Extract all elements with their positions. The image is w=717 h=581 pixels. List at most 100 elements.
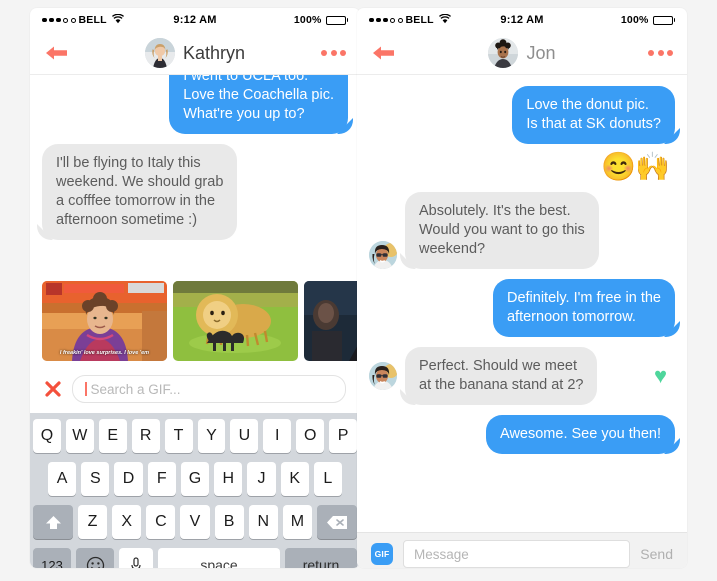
- key-y[interactable]: Y: [197, 419, 226, 453]
- text-cursor: [85, 382, 87, 396]
- gif-search-bar: Search a GIF...: [30, 367, 360, 413]
- key-u[interactable]: U: [230, 419, 259, 453]
- gif-thumb-aziz[interactable]: [304, 281, 360, 361]
- message-placeholder: Message: [414, 546, 469, 562]
- key-r[interactable]: R: [131, 419, 160, 453]
- key-m[interactable]: M: [282, 505, 312, 539]
- shift-arrow-icon[interactable]: [33, 505, 73, 539]
- nav-title-group-right: Jon: [357, 38, 687, 68]
- battery-percent-label: 100%: [620, 14, 649, 26]
- clock-label: 9:12 AM: [173, 14, 217, 26]
- key-t[interactable]: T: [164, 419, 193, 453]
- message-bubble-outgoing[interactable]: Love the donut pic. Is that at SK donuts…: [512, 86, 675, 144]
- key-a[interactable]: A: [48, 462, 77, 496]
- message-row: I went to UCLA too. Love the Coachella p…: [30, 75, 360, 139]
- message-row: I'll be flying to Italy this weekend. We…: [30, 139, 360, 245]
- key-b[interactable]: B: [214, 505, 244, 539]
- key-k[interactable]: K: [280, 462, 309, 496]
- status-bar-right-group: 100%: [217, 14, 349, 26]
- message-bubble-outgoing[interactable]: Definitely. I'm free in the afternoon to…: [492, 279, 675, 337]
- heart-icon[interactable]: ♥: [654, 363, 675, 389]
- key-q[interactable]: Q: [32, 419, 61, 453]
- more-options-icon[interactable]: [648, 50, 673, 56]
- message-input[interactable]: Message: [403, 540, 631, 568]
- key-x[interactable]: X: [112, 505, 142, 539]
- emoji-message[interactable]: 😊🙌: [601, 151, 670, 183]
- conversation-title: Jon: [526, 42, 556, 63]
- clock-label: 9:12 AM: [500, 14, 544, 26]
- message-bubble-incoming[interactable]: Perfect. Should we meet at the banana st…: [405, 347, 598, 405]
- avatar-kathryn: [144, 38, 175, 68]
- key-o[interactable]: O: [296, 419, 325, 453]
- nav-bar-right: Jon: [357, 32, 687, 75]
- message-row: Definitely. I'm free in the afternoon to…: [357, 274, 687, 342]
- gif-thumb-lion-guinea-pig[interactable]: [173, 281, 298, 361]
- gif-results-strip[interactable]: I freakin' love surprises. I love 'em: [30, 275, 360, 367]
- key-c[interactable]: C: [146, 505, 176, 539]
- key-h[interactable]: H: [214, 462, 243, 496]
- message-row: Perfect. Should we meet at the banana st…: [357, 342, 687, 410]
- nav-title-group-left: Kathryn: [30, 38, 360, 68]
- wifi-icon: [111, 13, 124, 27]
- key-j[interactable]: J: [247, 462, 276, 496]
- gif-button[interactable]: GIF: [371, 543, 393, 565]
- message-bubble-outgoing[interactable]: I went to UCLA too. Love the Coachella p…: [169, 75, 348, 134]
- battery-full-icon: [652, 15, 676, 25]
- key-g[interactable]: G: [180, 462, 210, 496]
- key-w[interactable]: W: [65, 419, 94, 453]
- nav-bar-left: Kathryn: [30, 32, 360, 75]
- status-bar-right-group: 100%: [544, 14, 676, 26]
- backspace-icon[interactable]: [316, 505, 357, 539]
- avatar-sender: [369, 241, 397, 269]
- emoji-smiley-icon[interactable]: [76, 548, 114, 568]
- key-numbers[interactable]: 123: [33, 548, 71, 568]
- message-bubble-incoming[interactable]: Absolutely. It's the best. Would you wan…: [405, 192, 599, 269]
- phone-right-conversation: BELL 9:12 AM 100% Jon Love the donut pic…: [357, 8, 687, 568]
- battery-percent-label: 100%: [293, 14, 322, 26]
- key-f[interactable]: F: [147, 462, 176, 496]
- message-bubble-incoming[interactable]: I'll be flying to Italy this weekend. We…: [42, 144, 238, 240]
- phone-left-gif-picker: BELL 9:12 AM 100% Kathryn I went to UCLA…: [30, 8, 360, 568]
- key-space[interactable]: space: [158, 548, 280, 568]
- signal-strength-icon: [369, 17, 403, 23]
- key-n[interactable]: N: [248, 505, 278, 539]
- key-p[interactable]: P: [329, 419, 358, 453]
- chat-thread-left: I went to UCLA too. Love the Coachella p…: [30, 75, 360, 275]
- carrier-label: BELL: [405, 14, 434, 26]
- signal-strength-icon: [42, 17, 76, 23]
- key-s[interactable]: S: [81, 462, 110, 496]
- gif-thumb-surprises[interactable]: I freakin' love surprises. I love 'em: [42, 281, 167, 361]
- send-button[interactable]: Send: [640, 546, 673, 562]
- avatar-jon: [488, 38, 519, 68]
- key-e[interactable]: E: [98, 419, 127, 453]
- conversation-title: Kathryn: [182, 42, 246, 63]
- key-return[interactable]: return: [285, 548, 357, 568]
- more-options-icon[interactable]: [321, 50, 346, 56]
- key-i[interactable]: I: [263, 419, 292, 453]
- key-z[interactable]: Z: [78, 505, 108, 539]
- message-row: Love the donut pic. Is that at SK donuts…: [357, 81, 687, 149]
- message-bubble-outgoing[interactable]: Awesome. See you then!: [486, 415, 675, 454]
- microphone-icon[interactable]: [119, 548, 153, 568]
- status-bar-left: BELL 9:12 AM 100%: [30, 8, 360, 32]
- status-bar-right: BELL 9:12 AM 100%: [357, 8, 687, 32]
- carrier-label: BELL: [78, 14, 107, 26]
- key-v[interactable]: V: [180, 505, 210, 539]
- key-l[interactable]: L: [313, 462, 342, 496]
- key-d[interactable]: D: [114, 462, 143, 496]
- emoji-reaction-row: 😊🙌: [357, 149, 687, 187]
- status-bar-left-group: BELL: [42, 13, 173, 27]
- status-bar-left-group: BELL: [369, 13, 500, 27]
- back-arrow-icon[interactable]: [44, 42, 70, 64]
- chat-thread-right: Love the donut pic. Is that at SK donuts…: [357, 75, 687, 532]
- gif-caption: I freakin' love surprises. I love 'em: [59, 350, 150, 356]
- battery-full-icon: [325, 15, 349, 25]
- back-arrow-icon[interactable]: [371, 42, 397, 64]
- message-row: Awesome. See you then!: [357, 410, 687, 459]
- onscreen-keyboard[interactable]: Q W E R T Y U I O P A S D F G H J K L Z …: [30, 413, 360, 568]
- gif-search-input[interactable]: Search a GIF...: [72, 375, 346, 403]
- close-x-icon[interactable]: [44, 380, 62, 398]
- wifi-icon: [438, 13, 451, 27]
- keyboard-row-2: A S D F G H J K L: [33, 462, 357, 496]
- screenshot-stage: BELL 9:12 AM 100% Kathryn I went to UCLA…: [0, 0, 717, 581]
